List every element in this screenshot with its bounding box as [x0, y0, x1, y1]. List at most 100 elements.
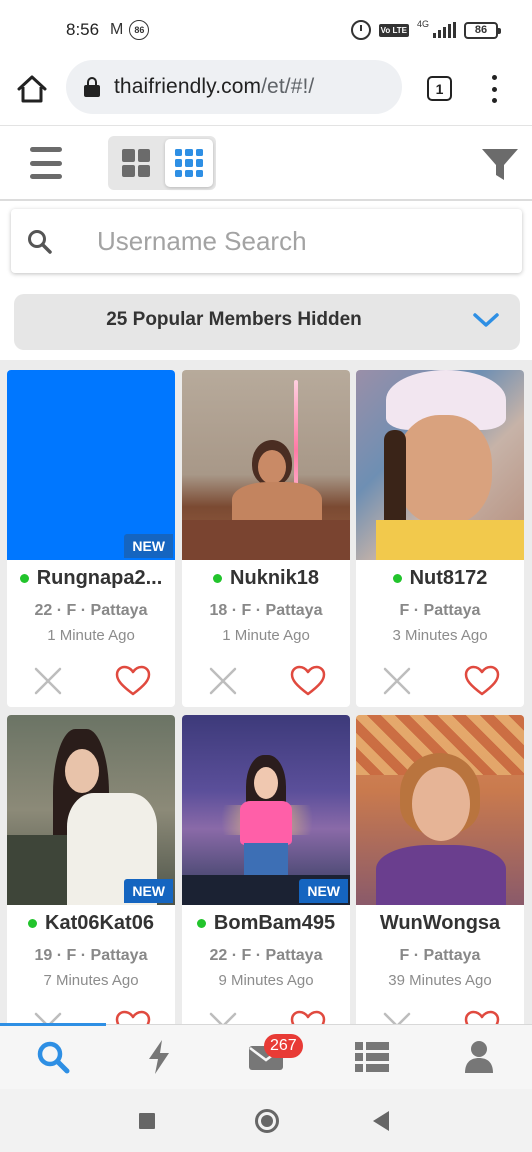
- member-card[interactable]: NEW Rungnapa2... 22 · F · Pattaya 1 Minu…: [7, 370, 175, 707]
- popular-members-text: 25 Popular Members Hidden: [106, 309, 362, 330]
- nav-profile[interactable]: [426, 1035, 532, 1079]
- lightning-icon: [149, 1040, 169, 1074]
- member-card[interactable]: Nuknik18 18 · F · Pattaya 1 Minute Ago: [182, 370, 350, 707]
- volte-icon: Vo LTE: [378, 23, 409, 37]
- signal-icon: [433, 22, 456, 38]
- member-card[interactable]: Nut8172 F · Pattaya 3 Minutes Ago: [356, 370, 524, 707]
- heart-icon[interactable]: [115, 665, 151, 697]
- online-indicator: [392, 574, 402, 583]
- member-name[interactable]: Nut8172: [410, 567, 488, 590]
- member-info: 22 · F · Pattaya: [209, 947, 323, 964]
- member-info: F · Pattaya: [399, 602, 481, 619]
- dismiss-icon[interactable]: [209, 1012, 237, 1024]
- online-indicator: [196, 919, 206, 928]
- notification-count-icon: 86: [129, 20, 150, 40]
- nav-activity[interactable]: [106, 1035, 212, 1079]
- online-indicator: [19, 574, 29, 583]
- member-photo[interactable]: [356, 715, 524, 905]
- large-grid-view-button[interactable]: [112, 139, 160, 187]
- member-photo[interactable]: [356, 370, 524, 560]
- member-last-active: 1 Minute Ago: [47, 627, 135, 644]
- member-photo[interactable]: [182, 715, 350, 905]
- member-last-active: 1 Minute Ago: [222, 627, 310, 644]
- member-last-active: 9 Minutes Ago: [218, 972, 314, 989]
- tab-switcher-button[interactable]: 1: [427, 76, 452, 101]
- dismiss-icon[interactable]: [209, 667, 237, 695]
- member-info: 19 · F · Pattaya: [34, 947, 148, 964]
- chevron-down-icon: [472, 309, 500, 331]
- search-icon: [37, 1041, 70, 1074]
- dismiss-icon[interactable]: [34, 667, 62, 695]
- nav-lists[interactable]: [319, 1035, 425, 1079]
- browser-toolbar: thaifriendly.com/et/#!/ 1: [0, 60, 532, 126]
- member-name[interactable]: BomBam495: [214, 912, 335, 935]
- member-last-active: 3 Minutes Ago: [392, 627, 488, 644]
- username-search-input[interactable]: [97, 221, 497, 261]
- app-toolbar: [0, 127, 532, 201]
- online-indicator: [213, 574, 223, 583]
- member-last-active: 39 Minutes Ago: [388, 972, 492, 989]
- back-icon[interactable]: [373, 1111, 389, 1131]
- member-name-row: BomBam495: [182, 912, 350, 935]
- url-text[interactable]: thaifriendly.com/et/#!/: [114, 75, 314, 99]
- member-grid: NEW Rungnapa2... 22 · F · Pattaya 1 Minu…: [0, 360, 532, 1024]
- status-time: 8:56: [66, 20, 100, 39]
- member-last-active: 7 Minutes Ago: [43, 972, 139, 989]
- grid-small-icon: [175, 149, 203, 177]
- member-name-row: WunWongsa: [356, 912, 524, 935]
- member-info: 18 · F · Pattaya: [209, 602, 323, 619]
- system-navigation-bar: [0, 1089, 532, 1152]
- lock-icon[interactable]: [84, 77, 100, 97]
- status-bar: 8:56 M 86 Vo LTE 4G 86: [0, 0, 532, 60]
- member-photo[interactable]: [7, 370, 175, 560]
- network-type: 4G: [416, 19, 429, 29]
- dismiss-icon[interactable]: [383, 1012, 411, 1024]
- filter-icon[interactable]: [480, 145, 520, 183]
- url-path: /et/#!/: [261, 75, 315, 98]
- status-notifications: M 86: [110, 20, 150, 40]
- username-search: [11, 209, 522, 273]
- gmail-icon: M: [110, 21, 124, 38]
- dismiss-icon[interactable]: [383, 667, 411, 695]
- member-photo[interactable]: [7, 715, 175, 905]
- heart-icon[interactable]: [464, 665, 500, 697]
- member-card[interactable]: NEW BomBam495 22 · F · Pattaya 9 Minutes…: [182, 715, 350, 1024]
- popular-members-toggle[interactable]: 25 Popular Members Hidden: [14, 294, 520, 350]
- heart-icon[interactable]: [290, 665, 326, 697]
- member-name-row: Rungnapa2...: [7, 567, 175, 590]
- home-button-icon[interactable]: [255, 1109, 279, 1133]
- online-indicator: [28, 919, 38, 928]
- battery-icon: 86: [464, 21, 501, 39]
- new-badge: NEW: [124, 879, 173, 903]
- bottom-nav: 267: [0, 1023, 532, 1089]
- url-domain: thaifriendly.com: [114, 75, 262, 98]
- list-icon: [355, 1042, 389, 1072]
- recents-icon[interactable]: [139, 1113, 155, 1129]
- heart-icon[interactable]: [290, 1010, 326, 1024]
- new-badge: NEW: [124, 534, 173, 558]
- message-count-badge: 267: [264, 1034, 303, 1058]
- member-name-row: Nuknik18: [182, 567, 350, 590]
- member-name[interactable]: Nuknik18: [230, 567, 319, 590]
- member-name-row: Nut8172: [356, 567, 524, 590]
- member-name-row: Kat06Kat06: [7, 912, 175, 935]
- new-badge: NEW: [299, 879, 348, 903]
- member-name[interactable]: Kat06Kat06: [45, 912, 154, 935]
- hamburger-menu-icon[interactable]: [30, 147, 62, 179]
- member-name[interactable]: WunWongsa: [380, 912, 500, 935]
- member-photo[interactable]: [182, 370, 350, 560]
- home-icon[interactable]: [16, 74, 48, 104]
- browser-menu-icon[interactable]: [488, 75, 500, 103]
- status-system-icons: Vo LTE 4G 86: [350, 19, 501, 40]
- member-info: 22 · F · Pattaya: [34, 602, 148, 619]
- grid-large-icon: [122, 149, 150, 177]
- view-toggle: [108, 136, 216, 190]
- member-card[interactable]: WunWongsa F · Pattaya 39 Minutes Ago: [356, 715, 524, 1024]
- member-name[interactable]: Rungnapa2...: [37, 567, 163, 590]
- nav-search[interactable]: [0, 1035, 106, 1079]
- url-bar[interactable]: thaifriendly.com/et/#!/: [66, 60, 402, 114]
- heart-icon[interactable]: [464, 1010, 500, 1024]
- heart-icon[interactable]: [115, 1010, 151, 1024]
- small-grid-view-button[interactable]: [165, 139, 213, 187]
- member-card[interactable]: NEW Kat06Kat06 19 · F · Pattaya 7 Minute…: [7, 715, 175, 1024]
